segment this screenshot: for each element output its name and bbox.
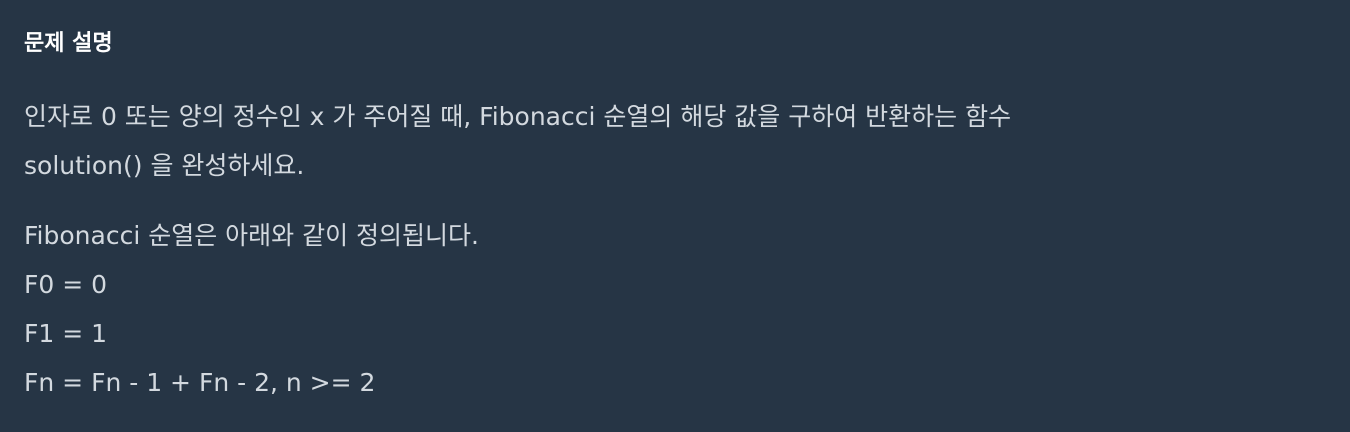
section-title: 문제 설명	[24, 31, 113, 56]
definition-fn: Fn = Fn - 1 + Fn - 2, n >= 2	[24, 368, 376, 397]
description-line: solution() 을 완성하세요.	[24, 151, 305, 180]
problem-description-panel: 문제 설명 인자로 0 또는 양의 정수인 x 가 주어질 때, Fibonac…	[0, 0, 1350, 432]
definition-f0: F0 = 0	[24, 270, 108, 299]
description-paragraph: 인자로 0 또는 양의 정수인 x 가 주어질 때, Fibonacci 순열의…	[24, 92, 1326, 190]
definition-f1: F1 = 1	[24, 319, 108, 348]
definition-paragraph: Fibonacci 순열은 아래와 같이 정의됩니다. F0 = 0 F1 = …	[24, 211, 1326, 407]
description-line: 인자로 0 또는 양의 정수인 x 가 주어질 때, Fibonacci 순열의…	[24, 102, 1012, 131]
definition-intro: Fibonacci 순열은 아래와 같이 정의됩니다.	[24, 221, 480, 250]
